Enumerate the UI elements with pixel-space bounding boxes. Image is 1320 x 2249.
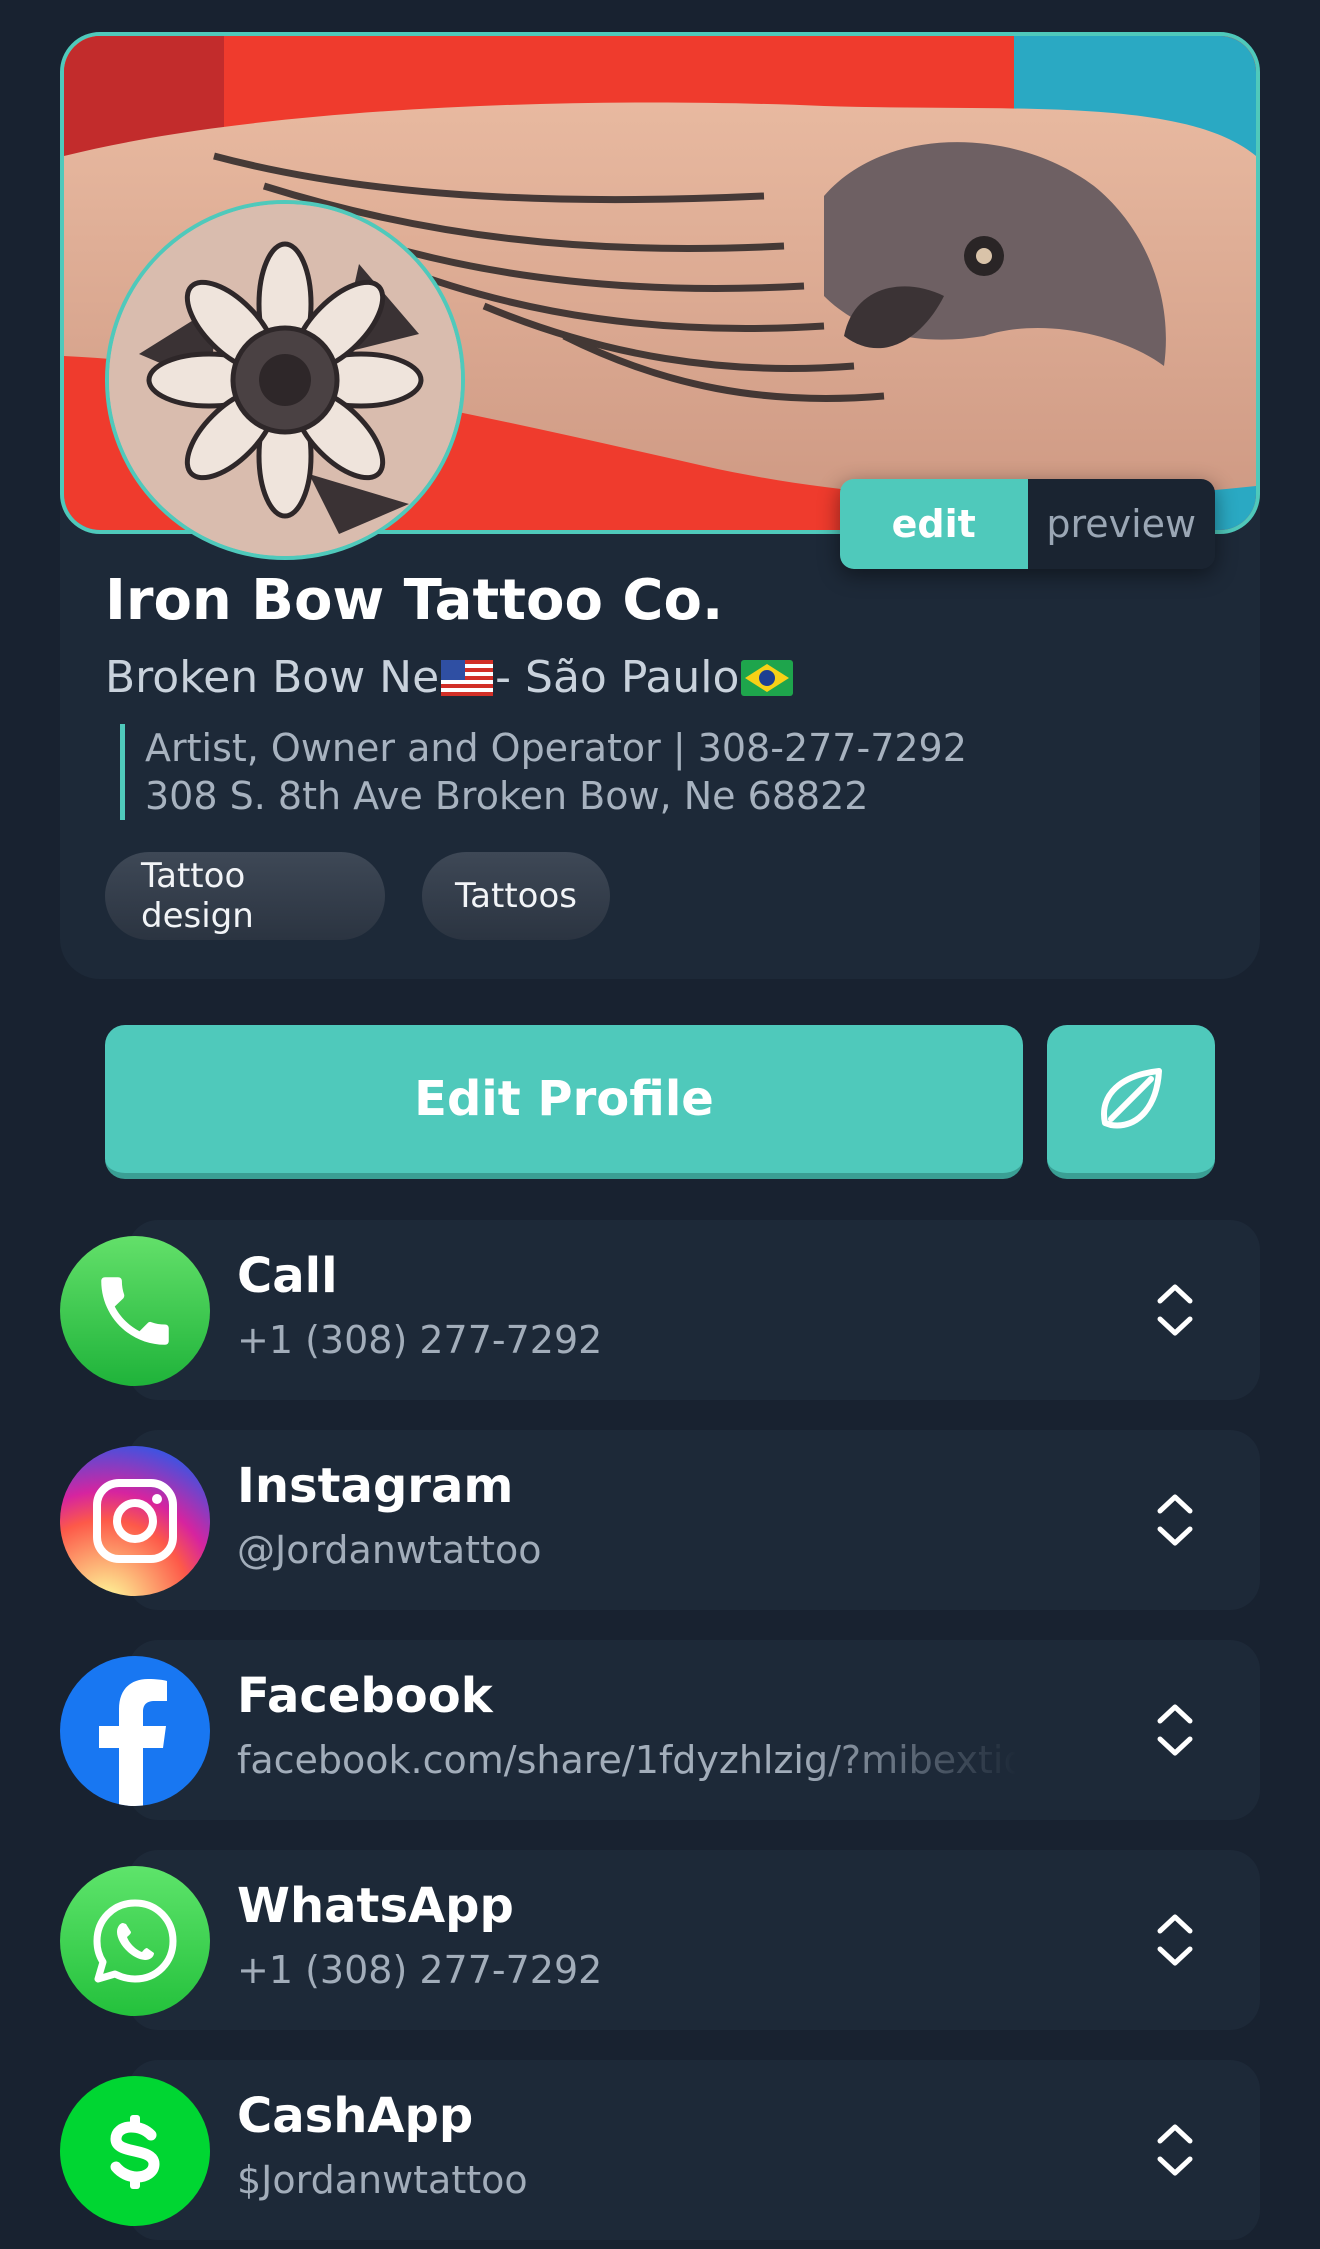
instagram-icon [60, 1446, 210, 1596]
subtitle-location-br: - São Paulo [495, 652, 740, 703]
bio-line-2: 308 S. 8th Ave Broken Bow, Ne 68822 [145, 774, 869, 818]
facebook-icon [60, 1656, 210, 1806]
edit-preview-toggle[interactable]: edit preview [840, 479, 1215, 569]
link-value-whatsapp: +1 (308) 277-7292 [237, 1948, 603, 1992]
phone-icon [60, 1236, 210, 1386]
profile-bio: Artist, Owner and Operator | 308-277-729… [120, 724, 967, 820]
link-value-call: +1 (308) 277-7292 [237, 1318, 603, 1362]
reorder-handle-icon[interactable] [1150, 1697, 1200, 1763]
brazil-flag-icon [741, 659, 794, 696]
whatsapp-icon [60, 1866, 210, 2016]
cashapp-icon [60, 2076, 210, 2226]
sunflower-tattoo-photo [109, 204, 461, 556]
reorder-handle-icon[interactable] [1150, 1907, 1200, 1973]
profile-subtitle: Broken Bow Ne - São Paulo [105, 652, 795, 703]
link-value-facebook: facebook.com/share/1fdyzhlzig/?mibextid [237, 1738, 1017, 1782]
subtitle-location-us: Broken Bow Ne [105, 652, 440, 703]
profile-avatar[interactable] [105, 200, 465, 560]
link-row-whatsapp[interactable] [128, 1850, 1260, 2030]
link-title-instagram: Instagram [237, 1458, 514, 1514]
us-flag-icon [441, 659, 494, 696]
link-row-call[interactable] [128, 1220, 1260, 1400]
edit-mode-tab[interactable]: edit [840, 479, 1028, 569]
reorder-handle-icon[interactable] [1150, 1487, 1200, 1553]
link-title-facebook: Facebook [237, 1668, 493, 1724]
link-value-instagram: @Jordanwtattoo [237, 1528, 542, 1572]
link-title-cashapp: CashApp [237, 2088, 474, 2144]
theme-button[interactable] [1047, 1025, 1215, 1179]
tag-tattoo-design[interactable]: Tattoo design [105, 852, 385, 940]
profile-name: Iron Bow Tattoo Co. [105, 568, 724, 633]
reorder-handle-icon[interactable] [1150, 1277, 1200, 1343]
link-title-call: Call [237, 1248, 338, 1304]
edit-profile-button[interactable]: Edit Profile [105, 1025, 1023, 1179]
profile-editor-page: edit preview Iron Bow Tattoo Co. Broken … [0, 0, 1320, 2249]
bio-line-1: Artist, Owner and Operator | 308-277-729… [145, 726, 967, 770]
reorder-handle-icon[interactable] [1150, 2117, 1200, 2183]
leaf-icon [1101, 1068, 1162, 1129]
preview-mode-tab[interactable]: preview [1027, 479, 1215, 569]
link-row-instagram[interactable] [128, 1430, 1260, 1610]
link-value-cashapp: $Jordanwtattoo [237, 2158, 528, 2202]
link-row-cashapp[interactable] [128, 2060, 1260, 2240]
link-row-facebook[interactable] [128, 1640, 1260, 1820]
link-title-whatsapp: WhatsApp [237, 1878, 514, 1934]
tag-tattoos[interactable]: Tattoos [422, 852, 610, 940]
